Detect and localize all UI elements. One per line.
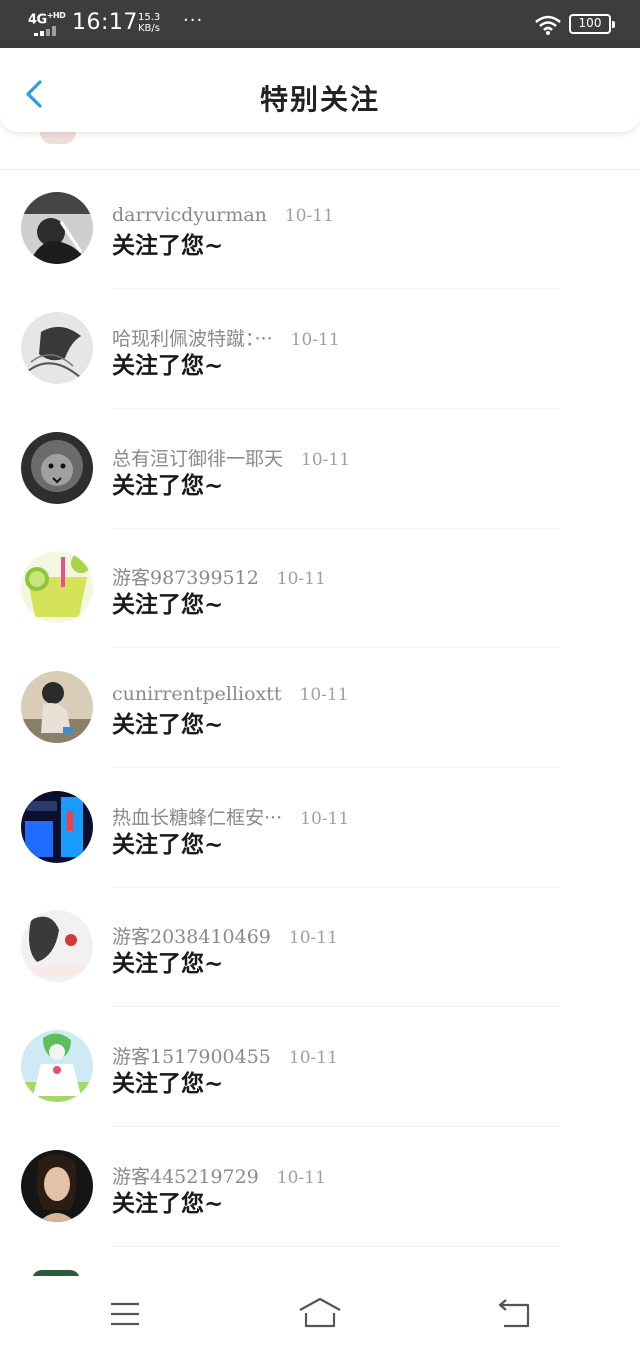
divider [112,767,560,768]
divider [112,1246,560,1247]
menu-button[interactable] [103,1294,147,1334]
date: 10-11 [288,928,338,948]
battery-icon: 100 [569,14,615,34]
avatar [21,791,93,863]
divider [112,1006,560,1007]
wifi-icon [535,15,561,35]
date: 10-11 [276,569,326,589]
list-item[interactable]: 游客445219729 10-11 关注了您~ [0,1128,640,1247]
follower-list[interactable]: darrvicdyurman 10-11 关注了您~ 哈现利佩波特蹴：··· 10-… [0,132,640,1276]
list-item[interactable]: cunirrentpellioxtt 10-11 关注了您~ [0,649,640,768]
message: 关注了您~ [112,711,224,738]
list-item[interactable]: 哈现利佩波特蹴：··· 10-11 关注了您~ [0,290,640,409]
divider [112,288,560,289]
avatar [21,432,93,504]
avatar [21,671,93,743]
date: 10-11 [284,206,334,226]
date: 10-11 [299,685,349,705]
status-bar: 4G+HD 16:17 15.3 KB/s ··· 100 [0,0,640,48]
item-meta: darrvicdyurman 10-11 [112,204,334,226]
date: 10-11 [300,809,350,829]
list-item[interactable]: 热血长糖蜂仁框安··· 10-11 关注了您~ [0,769,640,888]
username[interactable]: darrvicdyurman [112,204,267,226]
avatar [21,1150,93,1222]
return-icon [498,1299,530,1328]
message: 关注了您~ [112,1070,224,1097]
divider [112,1126,560,1127]
item-meta: cunirrentpellioxtt 10-11 [112,683,349,705]
list-item[interactable]: 总有洹订御徘一耶天 10-11 关注了您~ [0,410,640,529]
avatar [21,312,93,384]
username[interactable]: cunirrentpellioxtt [112,683,282,705]
avatar [21,192,93,264]
date: 10-11 [290,330,340,350]
page-title: 特别关注 [259,83,380,116]
divider [112,647,560,648]
clock: 16:17 [72,10,138,35]
date: 10-11 [288,1048,338,1068]
avatar [21,551,93,623]
network-speed: 15.3 KB/s [138,12,161,34]
date: 10-11 [301,450,351,470]
message: 关注了您~ [112,352,224,379]
message: 关注了您~ [112,472,224,499]
return-button[interactable] [494,1294,538,1334]
avatar [21,910,93,982]
message: 关注了您~ [112,950,224,977]
message: 关注了您~ [112,591,224,618]
date: 10-11 [276,1168,326,1188]
partial-avatar [40,132,76,144]
message: 关注了您~ [112,1190,224,1217]
more-notifications-icon: ··· [183,10,204,31]
header: 特别关注 [0,48,640,132]
home-icon [299,1297,341,1328]
message: 关注了您~ [112,831,224,858]
menu-icon [111,1302,139,1326]
avatar [21,1030,93,1102]
list-item[interactable]: 游客987399512 10-11 关注了您~ [0,529,640,648]
list-item[interactable]: 游客1517900455 10-11 关注了您~ [0,1008,640,1127]
list-item[interactable]: darrvicdyurman 10-11 关注了您~ [0,170,640,289]
home-button[interactable] [297,1294,343,1334]
list-item[interactable]: 游客2038410469 10-11 关注了您~ [0,888,640,1007]
message: 关注了您~ [112,232,224,259]
navigation-bar [0,1276,640,1351]
network-indicator: 4G+HD [28,11,66,28]
signal-icon [34,26,62,36]
divider [112,408,560,409]
